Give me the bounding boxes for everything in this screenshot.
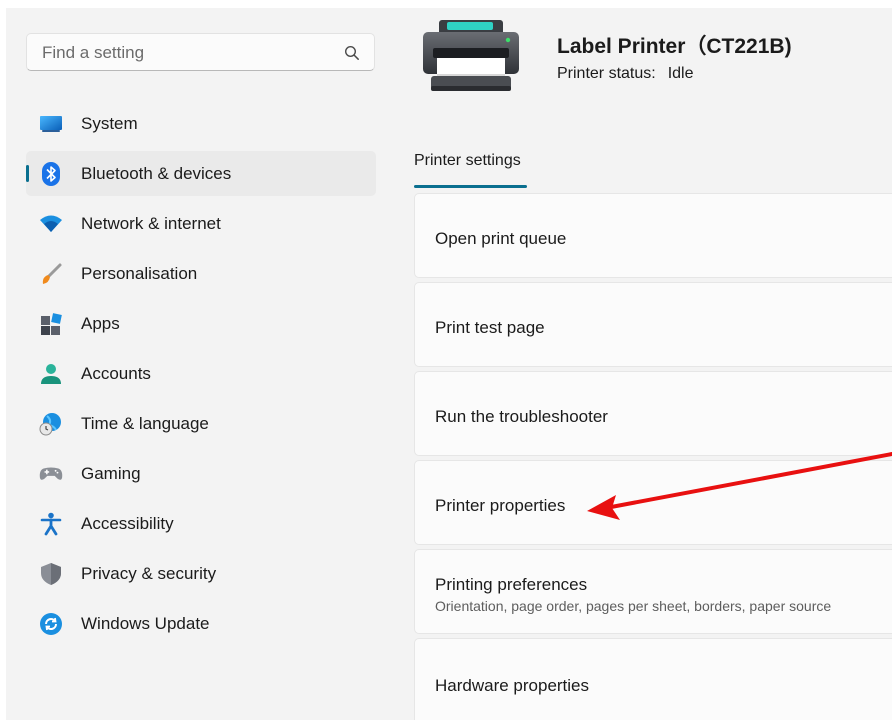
printer-icon	[423, 20, 519, 91]
sidebar-item-label: Bluetooth & devices	[81, 163, 232, 183]
sidebar-item-privacy-security[interactable]: Privacy & security	[26, 551, 376, 596]
card-title: Print test page	[435, 318, 545, 337]
card-title: Printing preferences	[435, 575, 588, 594]
card-title: Printer properties	[435, 496, 566, 515]
shield-icon	[39, 562, 63, 586]
apps-icon	[39, 312, 63, 336]
sidebar-item-windows-update[interactable]: Windows Update	[26, 601, 376, 646]
tab-active-indicator	[414, 185, 527, 188]
sidebar-item-gaming[interactable]: Gaming	[26, 451, 376, 496]
print-test-page-card[interactable]: Print test page	[414, 282, 892, 367]
printer-status-label: Printer status:	[557, 65, 656, 82]
open-print-queue-card[interactable]: Open print queue	[414, 193, 892, 278]
sidebar-item-label: Accounts	[81, 363, 151, 383]
settings-window: System Bluetooth & devices Network & int…	[6, 8, 892, 720]
card-subtitle: Orientation, page order, pages per sheet…	[435, 598, 832, 614]
tab-printer-settings[interactable]: Printer settings	[414, 152, 521, 170]
card-title: Run the troubleshooter	[435, 407, 608, 426]
account-icon	[39, 362, 63, 386]
printer-properties-card[interactable]: Printer properties	[414, 460, 892, 545]
search-input[interactable]	[40, 34, 334, 72]
sidebar-item-label: Accessibility	[81, 513, 174, 533]
sidebar-item-label: Time & language	[81, 413, 209, 433]
wifi-icon	[39, 212, 63, 236]
sidebar-item-network[interactable]: Network & internet	[26, 201, 376, 246]
printer-status: Printer status: Idle	[557, 65, 694, 83]
sidebar-item-label: Network & internet	[81, 213, 221, 233]
gamepad-icon	[39, 462, 63, 486]
update-icon	[39, 612, 63, 636]
globe-clock-icon	[39, 412, 63, 436]
sidebar-nav: System Bluetooth & devices Network & int…	[26, 101, 376, 651]
accessibility-icon	[39, 512, 63, 536]
card-title: Hardware properties	[435, 676, 590, 695]
sidebar-item-time-language[interactable]: Time & language	[26, 401, 376, 446]
brush-icon	[39, 262, 63, 286]
sidebar-item-bluetooth-devices[interactable]: Bluetooth & devices	[26, 151, 376, 196]
sidebar-item-label: Gaming	[81, 463, 141, 483]
system-icon	[39, 112, 63, 136]
bluetooth-icon	[39, 161, 63, 186]
sidebar-item-label: Apps	[81, 313, 120, 333]
sidebar-item-accessibility[interactable]: Accessibility	[26, 501, 376, 546]
hardware-properties-card[interactable]: Hardware properties	[414, 638, 892, 720]
printer-status-value: Idle	[667, 65, 694, 82]
search-icon[interactable]	[344, 45, 360, 61]
run-troubleshooter-card[interactable]: Run the troubleshooter	[414, 371, 892, 456]
card-title: Open print queue	[435, 229, 567, 248]
search-box[interactable]	[26, 33, 375, 72]
sidebar-item-accounts[interactable]: Accounts	[26, 351, 376, 396]
printer-name: Label Printer（CT221B)	[557, 35, 792, 58]
sidebar-item-label: System	[81, 113, 138, 133]
sidebar-item-system[interactable]: System	[26, 101, 376, 146]
sidebar-item-label: Personalisation	[81, 263, 198, 283]
sidebar-item-label: Windows Update	[81, 613, 210, 633]
printing-preferences-card[interactable]: Printing preferences Orientation, page o…	[414, 549, 892, 634]
sidebar-item-apps[interactable]: Apps	[26, 301, 376, 346]
sidebar-item-personalisation[interactable]: Personalisation	[26, 251, 376, 296]
sidebar-item-label: Privacy & security	[81, 563, 217, 583]
